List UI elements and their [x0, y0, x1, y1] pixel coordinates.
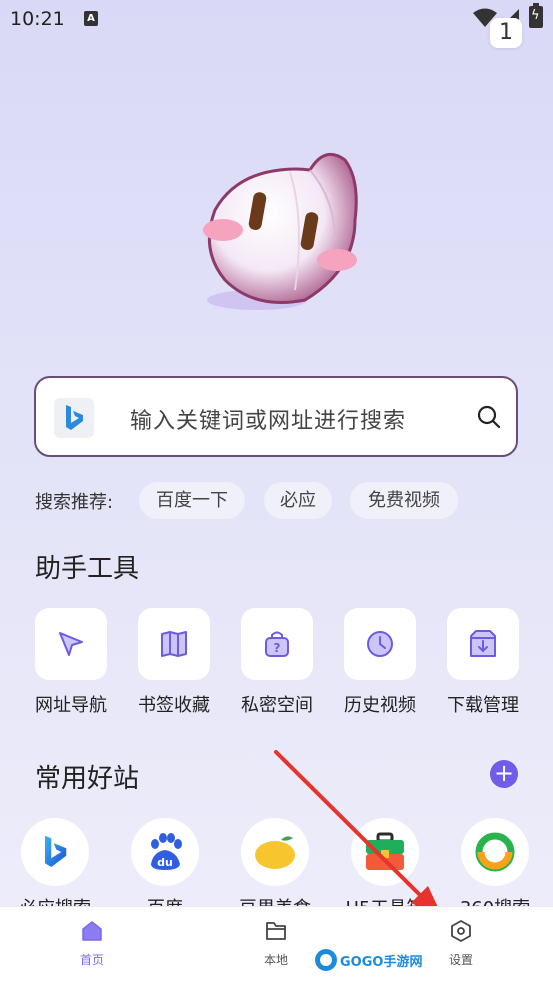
settings-hexagon-icon	[451, 920, 471, 942]
onion-mascot-icon	[203, 152, 358, 310]
tab-count-button[interactable]: 1	[490, 18, 522, 48]
tool-label: 网址导航	[35, 695, 107, 716]
status-time: 10:21	[10, 8, 65, 30]
360-icon	[475, 832, 515, 872]
bookmark-book-icon	[161, 631, 187, 657]
tool-label: 历史视频	[344, 695, 416, 716]
tool-label: 下载管理	[447, 695, 519, 716]
mango-icon	[255, 836, 295, 869]
history-clock-icon	[367, 631, 393, 657]
status-bar: 10:21 A	[0, 0, 553, 40]
nav-label: 本地	[263, 953, 288, 967]
search-icon[interactable]	[476, 404, 502, 430]
suggestion-chip[interactable]: 百度一下	[139, 482, 245, 519]
site-item-douguo[interactable]: 豆果美食	[225, 818, 325, 920]
folder-icon	[266, 922, 286, 940]
tool-item-history[interactable]: 历史视频	[339, 608, 421, 717]
nav-local[interactable]: 本地	[236, 919, 316, 968]
tool-item-private-space[interactable]: ? 私密空间	[236, 608, 318, 717]
accessibility-a-icon: A	[84, 11, 98, 26]
bing-icon	[45, 835, 67, 867]
suggestion-chip[interactable]: 免费视频	[350, 482, 458, 519]
tool-label: 书签收藏	[138, 695, 210, 716]
site-item-360[interactable]: 360搜索	[445, 818, 545, 920]
tool-label: 私密空间	[241, 695, 313, 716]
bottom-navigation: 首页 本地 设置	[0, 906, 553, 984]
battery-charging-icon	[529, 3, 543, 28]
site-item-h5-toolbox[interactable]: H5工具箱	[335, 818, 435, 920]
suggestions-label: 搜索推荐:	[35, 492, 114, 513]
tool-item-navigation[interactable]: 网址导航	[30, 608, 112, 717]
watermark-logo: GOGO手游网	[314, 946, 422, 974]
nav-settings[interactable]: 设置	[421, 919, 501, 968]
nav-label: 首页	[79, 953, 104, 967]
home-icon	[82, 921, 102, 941]
baidu-icon: du	[151, 833, 182, 870]
svg-text:?: ?	[274, 641, 281, 655]
nav-label: 设置	[448, 953, 473, 967]
navigation-icon	[59, 632, 83, 656]
download-box-icon	[470, 630, 496, 657]
site-item-baidu[interactable]: du 百度	[115, 818, 215, 920]
add-site-button[interactable]: +	[490, 760, 518, 788]
site-item-bing[interactable]: 必应搜索	[5, 818, 105, 920]
search-bar[interactable]: 输入关键词或网址进行搜索	[34, 376, 518, 457]
watermark-text: GOGO手游网	[340, 954, 422, 970]
nav-home[interactable]: 首页	[52, 919, 132, 968]
search-input[interactable]: 输入关键词或网址进行搜索	[130, 403, 406, 435]
search-engine-bing-icon[interactable]	[54, 398, 94, 438]
tool-item-bookmarks[interactable]: 书签收藏	[133, 608, 215, 717]
private-lock-icon: ?	[265, 631, 289, 657]
toolbox-icon	[366, 832, 404, 870]
sites-section-title: 常用好站	[35, 764, 140, 794]
svg-text:du: du	[157, 856, 173, 869]
suggestion-chip[interactable]: 必应	[264, 482, 332, 519]
tool-item-downloads[interactable]: 下载管理	[442, 608, 524, 717]
tools-section-title: 助手工具	[35, 554, 140, 584]
